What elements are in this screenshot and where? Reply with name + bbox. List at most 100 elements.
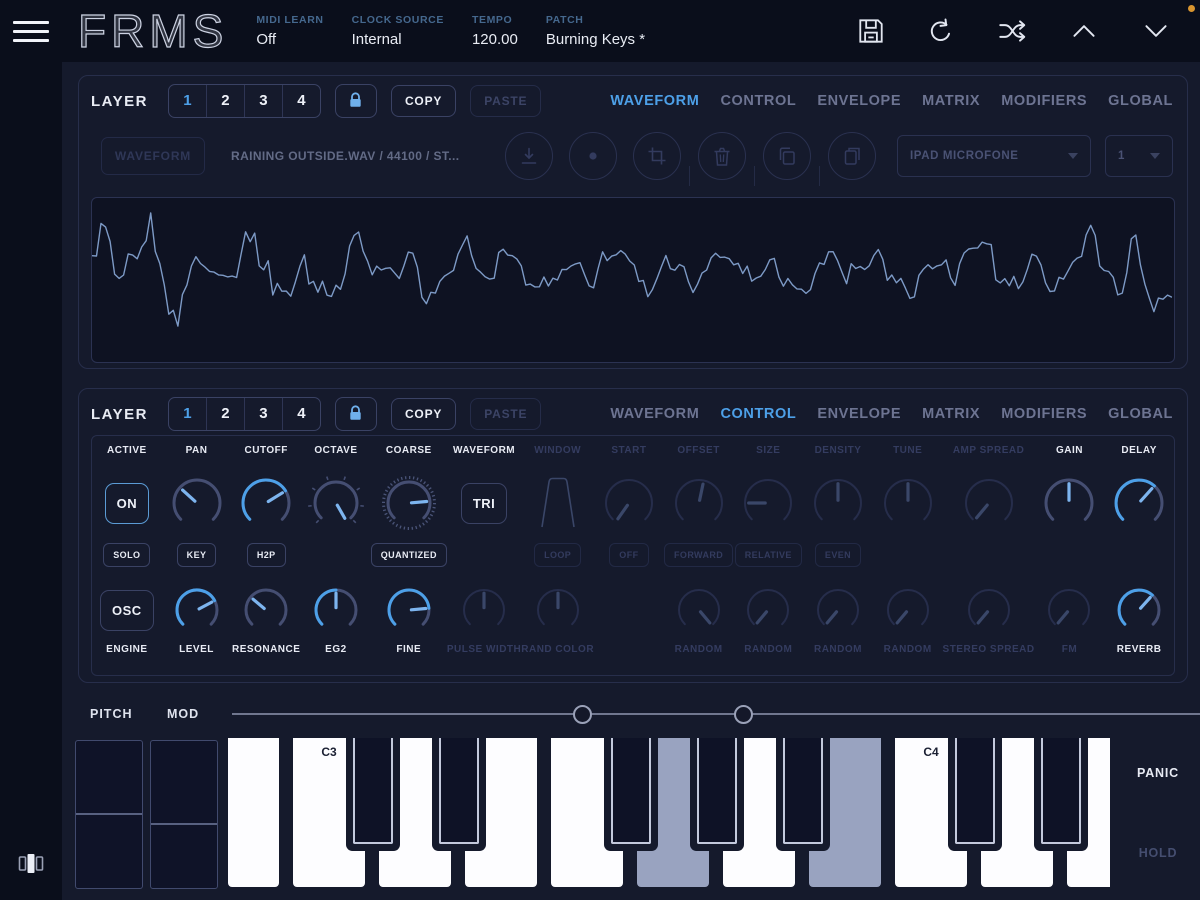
resonance-knob[interactable] [239,583,293,637]
stereo-spread-knob[interactable] [962,583,1016,637]
start-knob[interactable] [599,473,659,533]
fine-knob[interactable] [382,583,436,637]
piano-key-ds4[interactable] [1041,738,1081,844]
rand-color-knob[interactable] [531,583,585,637]
keyboard-toggle-icon[interactable] [16,851,46,882]
tune-knob[interactable] [878,473,938,533]
active-button[interactable]: ON [104,482,150,524]
amp-spread-knob[interactable] [959,473,1019,533]
relative-button[interactable]: RELATIVE [734,543,802,567]
keyboard-range-slider[interactable] [232,713,1200,715]
quantized-button[interactable]: QUANTIZED [370,543,447,567]
tab-matrix[interactable]: MATRIX [922,93,980,109]
layer-button-2[interactable]: 2 [207,398,245,430]
layer-button-1[interactable]: 1 [169,85,207,117]
paste-button[interactable]: PASTE [470,85,542,117]
piano-key-cs3[interactable] [353,738,393,844]
h2p-button[interactable]: H2P [246,543,286,567]
tab-waveform[interactable]: WAVEFORM [610,93,699,109]
off-button[interactable]: OFF [609,543,649,567]
layer-lock-button[interactable] [334,397,377,431]
solo-button[interactable]: SOLO [103,543,151,567]
tab-modifiers[interactable]: MODIFIERS [1001,406,1087,422]
gain-knob[interactable] [1039,473,1099,533]
piano-key-as3[interactable] [783,738,823,844]
layer-lock-button[interactable] [334,84,377,118]
tab-envelope[interactable]: ENVELOPE [817,406,901,422]
random-knob[interactable] [741,583,795,637]
piano-key-ds3[interactable] [439,738,479,844]
range-handle-right[interactable] [734,705,753,724]
paste-icon[interactable] [828,132,876,180]
waveform-display[interactable] [91,197,1175,363]
hold-button[interactable]: HOLD [1122,845,1194,861]
copy-button[interactable]: COPY [390,85,457,117]
import-icon[interactable] [505,132,553,180]
pitch-wheel[interactable] [75,740,143,889]
window-shape-icon[interactable] [529,472,587,534]
copy-icon[interactable] [763,132,811,180]
menu-icon[interactable] [0,0,62,62]
reverb-knob[interactable] [1112,583,1166,637]
forward-button[interactable]: FORWARD [664,543,734,567]
shuffle-icon[interactable] [996,16,1028,46]
copy-button[interactable]: COPY [390,398,457,430]
coarse-knob[interactable] [381,475,437,531]
engine-button[interactable]: OSC [100,589,154,631]
density-knob[interactable] [808,473,868,533]
layer-button-4[interactable]: 4 [283,398,320,430]
size-knob[interactable] [738,473,798,533]
piano-key-gs3[interactable] [697,738,737,844]
layer-button-4[interactable]: 4 [283,85,320,117]
random-knob[interactable] [881,583,935,637]
layer-button-2[interactable]: 2 [207,85,245,117]
key-button[interactable]: KEY [176,543,217,567]
piano-key-fs3[interactable] [611,738,651,844]
topbar-field-patch[interactable]: PATCH Burning Keys * [546,14,645,48]
tab-global[interactable]: GLOBAL [1108,93,1173,109]
topbar-field-clock-source[interactable]: CLOCK SOURCE Internal [352,14,444,48]
save-icon[interactable] [856,16,886,46]
eg2-knob[interactable] [309,583,363,637]
delete-icon[interactable] [698,132,746,180]
fm-knob[interactable] [1042,583,1096,637]
random-knob[interactable] [811,583,865,637]
level-knob[interactable] [170,583,224,637]
layer-button-1[interactable]: 1 [169,398,207,430]
loop-button[interactable]: LOOP [534,543,582,567]
delay-knob[interactable] [1109,473,1169,533]
chevron-up-icon[interactable] [1068,16,1100,46]
panic-button[interactable]: PANIC [1122,765,1194,781]
undo-icon[interactable] [926,16,956,46]
tab-control[interactable]: CONTROL [720,93,796,109]
random-knob[interactable] [672,583,726,637]
topbar-field-midi-learn[interactable]: MIDI LEARN Off [256,14,323,48]
tab-modifiers[interactable]: MODIFIERS [1001,93,1087,109]
cutoff-knob[interactable] [236,473,296,533]
layer-button-3[interactable]: 3 [245,398,283,430]
record-icon[interactable] [569,132,617,180]
offset-knob[interactable] [669,473,729,533]
piano-key-b2[interactable] [228,738,279,887]
input-device-select[interactable]: IPAD MICROFONE [897,135,1091,177]
pulse-width-knob[interactable] [457,583,511,637]
piano-key-cs4[interactable] [955,738,995,844]
input-channel-select[interactable]: 1 [1105,135,1173,177]
tab-control[interactable]: CONTROL [720,406,796,422]
range-handle-left[interactable] [573,705,592,724]
tab-global[interactable]: GLOBAL [1108,406,1173,422]
chevron-down-icon[interactable] [1140,16,1172,46]
tab-waveform[interactable]: WAVEFORM [610,406,699,422]
waveform-mode-button[interactable]: WAVEFORM [101,137,205,175]
mod-wheel[interactable] [150,740,218,889]
tab-envelope[interactable]: ENVELOPE [817,93,901,109]
waveform-button[interactable]: TRI [460,482,508,524]
layer-button-3[interactable]: 3 [245,85,283,117]
tab-matrix[interactable]: MATRIX [922,406,980,422]
paste-button[interactable]: PASTE [470,398,542,430]
octave-knob[interactable] [308,475,364,531]
crop-icon[interactable] [633,132,681,180]
topbar-field-tempo[interactable]: TEMPO 120.00 [472,14,518,48]
pan-knob[interactable] [167,473,227,533]
even-button[interactable]: EVEN [814,543,862,567]
